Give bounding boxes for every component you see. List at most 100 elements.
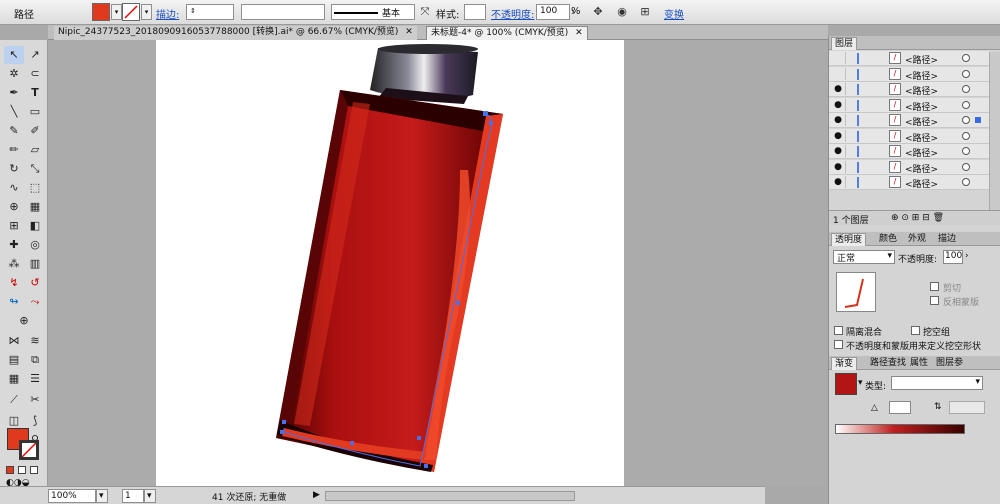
gradient-type-select[interactable]: ▾ xyxy=(891,376,983,390)
shape-tool-b-icon[interactable]: ↺ xyxy=(25,274,45,292)
lock-toggle[interactable] xyxy=(845,176,855,188)
eyedropper-tool-icon[interactable]: ✚ xyxy=(4,236,24,254)
pencil-tool-icon[interactable]: ✐ xyxy=(25,122,45,140)
free-transform-tool-icon[interactable]: ⬚ xyxy=(25,179,45,197)
gradient-slider[interactable] xyxy=(835,424,965,434)
wave-tool-icon[interactable]: ≋ xyxy=(25,332,45,350)
stroke-proxy-swatch[interactable] xyxy=(19,440,39,460)
opacity-link[interactable]: 不透明度: xyxy=(491,6,534,21)
select-similar-icon[interactable]: ⊞ xyxy=(637,4,653,20)
anchor-point[interactable] xyxy=(489,121,493,125)
perspective-grid-tool-icon[interactable]: ▦ xyxy=(25,198,45,216)
zoom-dropdown[interactable]: ▾ xyxy=(96,489,108,503)
type-tool-icon[interactable]: T xyxy=(25,84,45,102)
line-tool-icon[interactable]: ╲ xyxy=(4,103,24,121)
horizontal-scrollbar[interactable] xyxy=(325,491,575,501)
close-icon[interactable]: ✕ xyxy=(575,28,583,38)
lock-toggle[interactable] xyxy=(845,52,855,64)
tab-nipic-document[interactable]: Nipic_24377523_20180909160537788000 [转换]… xyxy=(54,26,417,40)
layer-row[interactable]: ● / <路径> xyxy=(829,82,989,97)
crosshair-tool-icon[interactable]: ⊕ xyxy=(14,312,34,330)
layer-row[interactable]: ● / <路径> xyxy=(829,159,989,175)
eye-icon[interactable]: ● xyxy=(832,145,844,157)
tab-appearance[interactable]: 外观 xyxy=(905,233,929,246)
blend-mode-select[interactable]: 正常 ▾ xyxy=(833,250,895,264)
anchor-point[interactable] xyxy=(424,464,428,468)
lock-toggle[interactable] xyxy=(845,67,855,80)
recolor-artwork-icon[interactable]: ✥ xyxy=(590,4,606,20)
list-tool-icon[interactable]: ☰ xyxy=(25,370,45,388)
layer-row[interactable]: ● / <路径> xyxy=(829,128,989,144)
artboard-field[interactable]: 1 xyxy=(122,489,144,503)
lock-toggle[interactable] xyxy=(845,83,855,95)
layer-row[interactable]: ● / <路径> xyxy=(829,144,989,159)
tab-pathfinder[interactable]: 路径查找 xyxy=(867,357,909,370)
gradient-mode-icon[interactable] xyxy=(18,466,26,474)
mesh-tool-icon[interactable]: ⊞ xyxy=(4,217,24,235)
blend-tool-icon[interactable]: ◎ xyxy=(25,236,45,254)
lock-toggle[interactable] xyxy=(845,145,855,157)
stroke-swatch[interactable] xyxy=(122,3,140,21)
direct-selection-tool-icon[interactable]: ↗ xyxy=(25,46,45,64)
opacity-arrow-icon[interactable]: › xyxy=(965,251,969,261)
rotate-tool-icon[interactable]: ↻ xyxy=(4,160,24,178)
warp-tool-icon[interactable]: ∿ xyxy=(4,179,24,197)
target-circle-icon[interactable] xyxy=(962,85,970,93)
target-circle-icon[interactable] xyxy=(962,147,970,155)
pen-tool-icon[interactable]: ✒ xyxy=(4,84,24,102)
shape-builder-tool-icon[interactable]: ⊕ xyxy=(4,198,24,216)
lock-toggle[interactable] xyxy=(845,129,855,142)
clip-checkbox[interactable] xyxy=(930,282,939,291)
target-circle-icon[interactable] xyxy=(962,100,970,109)
eye-icon[interactable]: ● xyxy=(832,161,844,173)
isolate-blending-checkbox[interactable] xyxy=(834,326,843,335)
envelope-tool-icon[interactable]: ⋈ xyxy=(4,332,24,350)
scale-tool-icon[interactable]: ⤡ xyxy=(25,160,45,178)
eye-hidden-icon[interactable] xyxy=(832,68,844,80)
eye-hidden-icon[interactable] xyxy=(832,52,844,64)
eye-icon[interactable]: ● xyxy=(832,83,844,95)
selection-tool-icon[interactable]: ↖ xyxy=(4,46,24,64)
eye-icon[interactable]: ● xyxy=(832,130,844,142)
layer-row[interactable]: ● / <路径> xyxy=(829,175,989,190)
tab-graphic-styles[interactable]: 图层参 xyxy=(933,357,966,370)
gradient-aspect-field[interactable] xyxy=(949,401,985,414)
knockout-group-checkbox[interactable] xyxy=(911,326,920,335)
scissors-tool-icon[interactable]: ✂ xyxy=(25,391,45,409)
shape-tool-a-icon[interactable]: ↯ xyxy=(4,274,24,292)
anchor-point[interactable] xyxy=(282,420,286,424)
tab-transparency[interactable]: 透明度 xyxy=(831,233,867,246)
selection-indicator[interactable] xyxy=(975,117,981,123)
lock-toggle[interactable] xyxy=(845,160,855,173)
variable-width-profile[interactable] xyxy=(241,4,325,20)
brush-definition[interactable]: 基本 xyxy=(331,4,415,20)
color-mode-icon[interactable] xyxy=(6,466,14,474)
target-circle-icon[interactable] xyxy=(962,162,970,171)
eye-icon[interactable]: ● xyxy=(832,99,844,111)
eraser-tool-icon[interactable]: ▱ xyxy=(25,141,45,159)
target-circle-icon[interactable] xyxy=(962,54,970,62)
column-graph-tool-icon[interactable]: ▥ xyxy=(25,255,45,273)
slice-tool-icon[interactable]: ⟋ xyxy=(4,391,24,409)
gradient-angle-field[interactable] xyxy=(889,401,911,414)
opacity-mask-thumbnail[interactable] xyxy=(836,272,876,312)
tab-attributes[interactable]: 属性 xyxy=(907,357,931,370)
target-circle-icon[interactable] xyxy=(962,131,970,140)
tab-color[interactable]: 颜色 xyxy=(876,233,900,246)
rectangle-tool-icon[interactable]: ▭ xyxy=(25,103,45,121)
stack-tool-icon[interactable]: ▤ xyxy=(4,351,24,369)
gradient-swatch[interactable] xyxy=(835,373,857,395)
artboard-dropdown[interactable]: ▾ xyxy=(144,489,156,503)
lock-toggle[interactable] xyxy=(845,98,855,111)
canvas[interactable] xyxy=(48,40,828,486)
stroke-weight-field[interactable]: ⇕ xyxy=(186,4,234,20)
curve-tool-b-icon[interactable]: ⤳ xyxy=(25,293,45,311)
paintbrush-tool-icon[interactable]: ✎ xyxy=(4,122,24,140)
invert-mask-checkbox[interactable] xyxy=(930,296,939,305)
symbol-sprayer-tool-icon[interactable]: ⁂ xyxy=(4,255,24,273)
magic-wand-tool-icon[interactable]: ✲ xyxy=(4,65,24,83)
eye-icon[interactable]: ● xyxy=(832,176,844,188)
layers-scrollbar[interactable] xyxy=(989,52,1000,210)
fill-swatch[interactable] xyxy=(92,3,110,21)
anchor-point[interactable] xyxy=(456,301,460,305)
